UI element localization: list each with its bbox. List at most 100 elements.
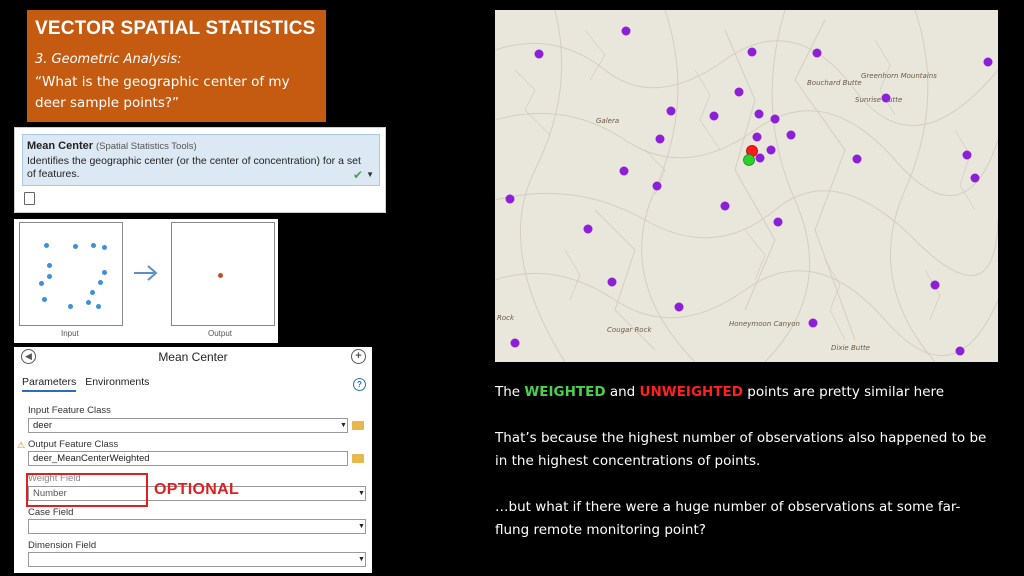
chevron-down-icon[interactable]: ▼ [366,170,374,179]
output-feature-class-field[interactable]: deer_MeanCenterWeighted [28,451,348,466]
deer-point[interactable] [505,194,515,204]
output-feature-class-label: Output Feature Class [28,439,119,450]
output-caption: Output [208,329,233,338]
weighted-mean-center[interactable] [743,154,755,166]
optional-label: OPTIONAL [154,481,240,498]
input-point [90,290,95,295]
folder-icon[interactable] [352,421,364,430]
deer-point[interactable] [621,26,631,36]
input-point [47,274,52,279]
deer-point[interactable] [881,93,891,103]
deer-point[interactable] [734,87,744,97]
case-field-select[interactable] [28,519,366,534]
map-label: Cougar Rock [607,326,652,334]
tool-name: Mean Center [27,140,94,152]
output-panel [171,222,275,326]
deer-point[interactable] [755,153,765,163]
input-point [96,304,101,309]
input-feature-class-field[interactable]: deer [28,418,348,433]
tab-environments[interactable]: Environments [85,376,149,390]
folder-icon[interactable] [352,454,364,463]
unweighted-label: UNWEIGHTED [639,384,743,400]
deer-point[interactable] [812,48,822,58]
output-mean-center-point [218,273,223,278]
map-label: Honeymoon Canyon [729,320,800,328]
input-caption: Input [61,329,79,338]
toolbox-name: (Spatial Statistics Tools) [95,141,197,152]
input-point [102,245,107,250]
deer-point[interactable] [983,57,993,67]
input-point [44,243,49,248]
deer-point[interactable] [852,154,862,164]
map-label: Galera [596,117,619,125]
deer-point[interactable] [720,201,730,211]
deer-point[interactable] [534,49,544,59]
title-box: VECTOR SPATIAL STATISTICS 3. Geometric A… [27,10,326,122]
commentary-paragraph-2: That’s because the highest number of obs… [495,430,987,469]
deer-point[interactable] [655,134,665,144]
commentary-paragraph-3: …but what if there were a huge number of… [495,499,961,538]
mean-center-diagram: Input Output [14,219,278,343]
dimension-field-select[interactable] [28,552,366,567]
deer-point[interactable] [808,318,818,328]
map-label: Bouchard Butte [807,79,862,87]
tool-description-box: Mean Center (Spatial Statistics Tools) I… [22,134,380,186]
deer-point[interactable] [773,217,783,227]
deer-point[interactable] [510,338,520,348]
help-icon[interactable]: ? [353,378,366,391]
deer-point[interactable] [754,109,764,119]
geoprocessing-pane: ◀ Mean Center + Parameters Environments … [14,347,372,573]
deer-point[interactable] [747,47,757,57]
document-icon[interactable] [24,192,35,205]
deer-point[interactable] [970,173,980,183]
chevron-down-icon[interactable]: ▼ [358,490,365,497]
slide-question: “What is the geographic center of my dee… [35,74,290,111]
input-point [42,297,47,302]
deer-points-map[interactable]: Galera Bouchard Butte Greenhorn Mountain… [495,10,998,362]
chevron-down-icon[interactable]: ▼ [358,556,365,563]
deer-point[interactable] [619,166,629,176]
slide-title: VECTOR SPATIAL STATISTICS [35,18,316,39]
chevron-down-icon[interactable]: ▼ [340,422,347,429]
input-point [47,263,52,268]
deer-point[interactable] [607,277,617,287]
commentary-paragraph-1: The WEIGHTED and UNWEIGHTED points are p… [495,384,945,400]
commentary-text: The WEIGHTED and UNWEIGHTED points are p… [495,381,1015,542]
slide-subtitle: 3. Geometric Analysis: [35,52,182,67]
map-label: Dixie Butte [831,344,870,352]
weighted-label: WEIGHTED [524,384,606,400]
deer-point[interactable] [766,145,776,155]
deer-point[interactable] [786,130,796,140]
deer-point[interactable] [674,302,684,312]
deer-point[interactable] [709,111,719,121]
deer-point[interactable] [955,346,965,356]
optional-highlight-box [26,473,148,507]
input-point [86,300,91,305]
pane-tabs: Parameters Environments [22,376,155,392]
chevron-down-icon[interactable]: ▼ [358,523,365,530]
deer-point[interactable] [752,132,762,142]
tool-description: Identifies the geographic center (or the… [27,155,361,180]
add-icon[interactable]: + [351,349,366,364]
deer-point[interactable] [583,224,593,234]
pane-title: Mean Center [158,350,228,364]
input-point [68,304,73,309]
deer-point[interactable] [666,106,676,116]
tab-parameters[interactable]: Parameters [22,376,77,392]
deer-point[interactable] [930,280,940,290]
dimension-field-label: Dimension Field [28,540,97,551]
input-point [98,280,103,285]
checkmark-icon: ✔ [352,168,363,182]
map-label: Greenhorn Mountains [861,72,937,80]
tool-header-panel: Mean Center (Spatial Statistics Tools) I… [14,127,386,213]
input-point [91,243,96,248]
arrow-right-icon [134,265,158,281]
map-label: Sunrise Butte [855,96,902,104]
input-panel [19,222,123,326]
map-label: Rock [497,314,515,322]
map-canvas: Galera Bouchard Butte Greenhorn Mountain… [495,10,998,362]
deer-point[interactable] [962,150,972,160]
input-feature-class-label: Input Feature Class [28,405,111,416]
deer-point[interactable] [652,181,662,191]
deer-point[interactable] [770,114,780,124]
